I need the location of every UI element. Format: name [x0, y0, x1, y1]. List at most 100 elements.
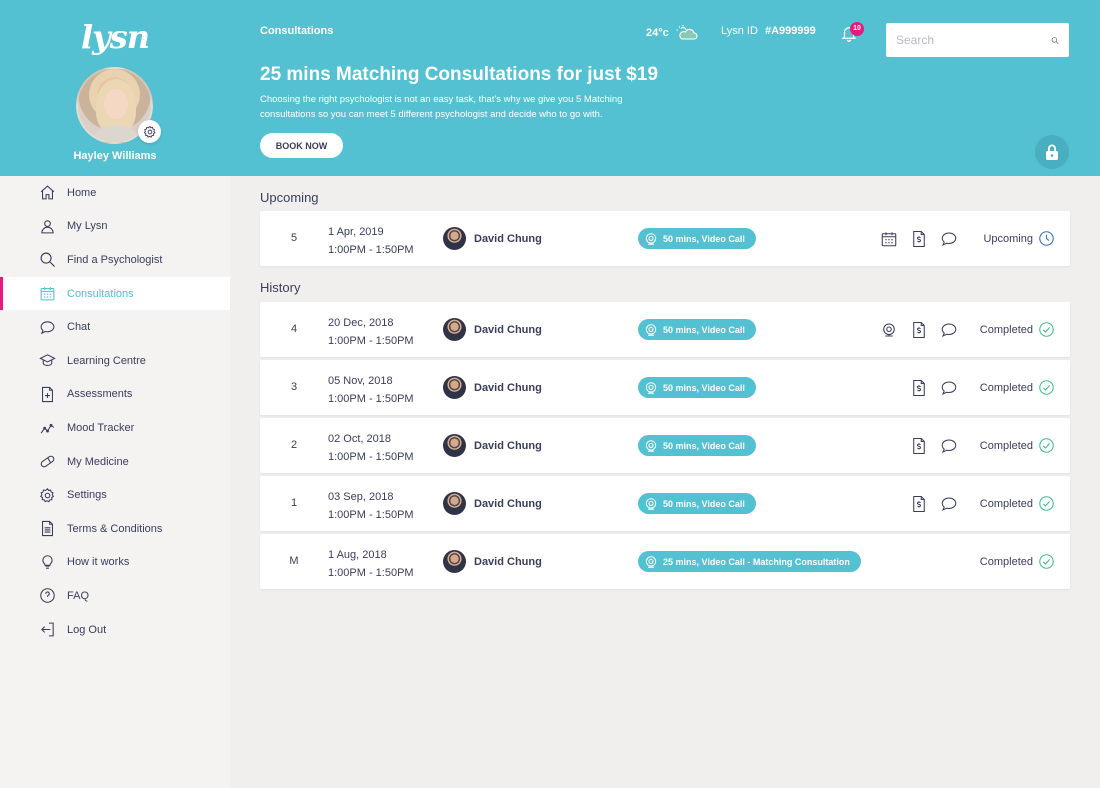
sidebar-item-consultations[interactable]: Consultations: [0, 276, 230, 311]
notifications-button[interactable]: 10: [840, 22, 864, 47]
status-badge: Completed: [980, 319, 1055, 340]
consultation-row[interactable]: 4 20 Dec, 2018 1:00PM - 1:50PM David Chu…: [260, 302, 1070, 357]
status-label: Completed: [979, 497, 1033, 510]
promo-title: 25 mins Matching Consultations for just …: [260, 64, 659, 85]
sidebar-item-faq[interactable]: FAQ: [0, 579, 230, 613]
webcam-action-icon[interactable]: [880, 321, 898, 339]
sidebar-item-label: My Medicine: [67, 455, 129, 468]
video-call-icon: [644, 323, 658, 337]
breadcrumb[interactable]: Consultations: [260, 25, 333, 37]
video-call-icon: [644, 555, 658, 569]
sidebar-item-assessments[interactable]: Assessments: [0, 378, 230, 412]
search-input[interactable]: [896, 33, 1051, 47]
psychologist-name: David Chung: [474, 323, 542, 336]
session-type-label: 50 mins, Video Call: [663, 233, 745, 244]
psychologist[interactable]: David Chung: [443, 376, 542, 399]
sidebar-item-label: Assessments: [67, 388, 133, 401]
sidebar-item-find-a-psychologist[interactable]: Find a Psychologist: [0, 243, 230, 277]
status-badge: Completed: [980, 377, 1055, 398]
calendar-icon: [38, 285, 56, 303]
question-icon: [38, 587, 56, 605]
calendar-action-icon[interactable]: [880, 230, 898, 248]
consultation-row[interactable]: 5 1 Apr, 2019 1:00PM - 1:50PM David Chun…: [260, 211, 1070, 266]
session-number: M: [289, 555, 299, 567]
status-label: Completed: [979, 439, 1033, 452]
book-now-button[interactable]: BOOK NOW: [260, 133, 343, 158]
sidebar-item-settings[interactable]: Settings: [0, 478, 230, 512]
session-type-badge: 50 mins, Video Call: [638, 228, 756, 249]
lysn-id: Lysn ID #A999999: [721, 25, 816, 37]
sidebar-item-label: How it works: [67, 556, 130, 569]
session-type-label: 50 mins, Video Call: [663, 498, 745, 509]
chat-action-icon[interactable]: [940, 379, 958, 397]
sidebar-item-label: Terms & Conditions: [67, 522, 163, 535]
row-actions: [872, 319, 958, 340]
invoice-action-icon[interactable]: [910, 230, 928, 248]
promo-text: Choosing the right psychologist is not a…: [260, 94, 623, 120]
check-circle-icon: [1038, 495, 1055, 512]
line-graph-icon: [38, 419, 56, 437]
session-datetime: 03 Sep, 2018 1:00PM - 1:50PM: [328, 488, 414, 524]
session-date: 03 Sep, 2018: [328, 491, 394, 503]
consultation-row[interactable]: M 1 Aug, 2018 1:00PM - 1:50PM David Chun…: [260, 534, 1070, 589]
profile-settings-gear-icon[interactable]: [138, 120, 161, 143]
row-actions: [872, 228, 958, 249]
session-datetime: 1 Apr, 2019 1:00PM - 1:50PM: [328, 223, 414, 259]
psychologist-name: David Chung: [474, 497, 542, 510]
session-type-badge: 50 mins, Video Call: [638, 377, 756, 398]
psychologist-name: David Chung: [474, 439, 542, 452]
chat-action-icon[interactable]: [940, 495, 958, 513]
sidebar-item-label: Learning Centre: [67, 354, 146, 367]
consultation-row[interactable]: 3 05 Nov, 2018 1:00PM - 1:50PM David Chu…: [260, 360, 1070, 415]
session-datetime: 02 Oct, 2018 1:00PM - 1:50PM: [328, 430, 414, 466]
sidebar-item-home[interactable]: Home: [0, 176, 230, 210]
lock-icon: [1046, 144, 1058, 160]
sidebar-item-my-medicine[interactable]: My Medicine: [0, 445, 230, 479]
sidebar-item-my-lysn[interactable]: My Lysn: [0, 210, 230, 244]
row-actions: [872, 377, 958, 398]
logout-icon: [38, 621, 56, 639]
lysn-logo[interactable]: lysn: [0, 18, 230, 56]
search-icon[interactable]: [1051, 32, 1059, 49]
psychologist[interactable]: David Chung: [443, 492, 542, 515]
session-date: 02 Oct, 2018: [328, 433, 391, 445]
sidebar-item-label: Home: [67, 186, 97, 199]
psychologist[interactable]: David Chung: [443, 318, 542, 341]
sidebar-item-learning-centre[interactable]: Learning Centre: [0, 344, 230, 378]
psychologist[interactable]: David Chung: [443, 550, 542, 573]
status-label: Completed: [979, 323, 1033, 336]
lysn-id-value: #A999999: [764, 25, 816, 37]
graduation-cap-icon: [38, 352, 56, 370]
lock-button[interactable]: [1035, 135, 1069, 169]
invoice-action-icon[interactable]: [910, 495, 928, 513]
user-icon: [38, 217, 56, 235]
status-badge: Completed: [980, 435, 1055, 456]
clock-icon: [1038, 230, 1055, 247]
consultation-row[interactable]: 1 03 Sep, 2018 1:00PM - 1:50PM David Chu…: [260, 476, 1070, 531]
consultation-row[interactable]: 2 02 Oct, 2018 1:00PM - 1:50PM David Chu…: [260, 418, 1070, 473]
invoice-action-icon[interactable]: [910, 379, 928, 397]
temperature: 24°c: [646, 27, 669, 39]
invoice-action-icon[interactable]: [910, 321, 928, 339]
sidebar-item-mood-tracker[interactable]: Mood Tracker: [0, 411, 230, 445]
psychologist[interactable]: David Chung: [443, 227, 542, 250]
chat-action-icon[interactable]: [940, 321, 958, 339]
sidebar-item-log-out[interactable]: Log Out: [0, 613, 230, 647]
lysn-id-label: Lysn ID: [721, 25, 758, 37]
psychologist-avatar: [443, 318, 466, 341]
psychologist[interactable]: David Chung: [443, 434, 542, 457]
document-plus-icon: [38, 385, 56, 403]
chat-action-icon[interactable]: [940, 437, 958, 455]
invoice-action-icon[interactable]: [910, 437, 928, 455]
sidebar-item-terms-conditions[interactable]: Terms & Conditions: [0, 512, 230, 546]
video-call-icon: [644, 439, 658, 453]
sidebar-item-how-it-works[interactable]: How it works: [0, 546, 230, 580]
sidebar-item-chat[interactable]: Chat: [0, 310, 230, 344]
chat-action-icon[interactable]: [940, 230, 958, 248]
consultations-main: Upcoming History 5 1 Apr, 2019 1:00PM - …: [230, 176, 1100, 788]
row-actions: [872, 435, 958, 456]
psychologist-name: David Chung: [474, 232, 542, 245]
status-label: Upcoming: [983, 232, 1033, 245]
status-label: Completed: [979, 555, 1033, 568]
session-datetime: 1 Aug, 2018 1:00PM - 1:50PM: [328, 546, 414, 582]
